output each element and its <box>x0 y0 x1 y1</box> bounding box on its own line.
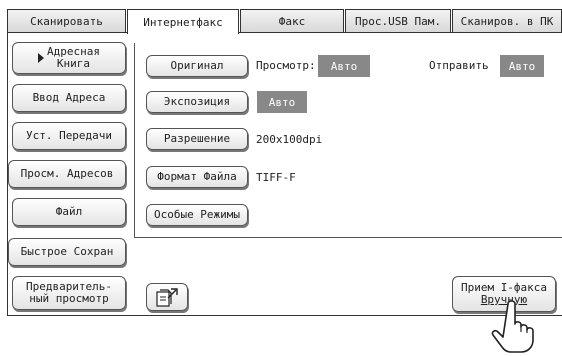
file-button[interactable]: Файл <box>12 198 126 226</box>
address-book-label-line2: Книга <box>56 57 91 70</box>
send-settings-button[interactable]: Уст. Передачи <box>12 122 126 150</box>
document-arrow-icon <box>156 288 178 307</box>
tab-scan-to-pc[interactable]: Сканиров. в ПК <box>452 9 562 32</box>
send-value-badge: Авто <box>500 55 544 77</box>
address-review-button[interactable]: Просм. Адресов <box>8 160 126 188</box>
preview-button[interactable]: Предваритель- ный просмотр <box>12 276 126 310</box>
tab-scan[interactable]: Сканировать <box>7 9 126 32</box>
send-label: Отправить <box>429 59 489 72</box>
document-send-icon-button[interactable] <box>146 283 188 311</box>
view-label: Просмотр: <box>256 59 316 72</box>
special-modes-button[interactable]: Особые Режимы <box>146 204 248 226</box>
address-entry-button[interactable]: Ввод Адреса <box>12 84 126 112</box>
file-format-button[interactable]: Формат Файла <box>146 166 248 188</box>
tab-usb-memory[interactable]: Прос.USB Пам. <box>345 9 451 32</box>
arrow-right-icon <box>38 53 44 63</box>
exposure-button[interactable]: Экспозиция <box>146 91 248 113</box>
resolution-value: 200x100dpi <box>256 133 323 146</box>
tab-bar: Сканировать Интернетфакс Факс Прос.USB П… <box>7 9 562 34</box>
original-button[interactable]: Оригинал <box>146 55 248 77</box>
tab-internet-fax[interactable]: Интернетфакс <box>127 9 239 34</box>
pointing-hand-icon <box>491 300 534 353</box>
view-value-badge: Авто <box>318 55 370 77</box>
address-book-button[interactable]: Адресная Книга <box>12 42 126 74</box>
resolution-button[interactable]: Разрешение <box>146 128 248 150</box>
file-format-value: TIFF-F <box>256 171 296 184</box>
preview-label-line2: ный просмотр <box>29 292 109 305</box>
tab-fax[interactable]: Факс <box>240 9 344 32</box>
quick-save-button[interactable]: Быстрое Сохран <box>8 238 126 266</box>
exposure-value-badge: Авто <box>257 91 307 113</box>
